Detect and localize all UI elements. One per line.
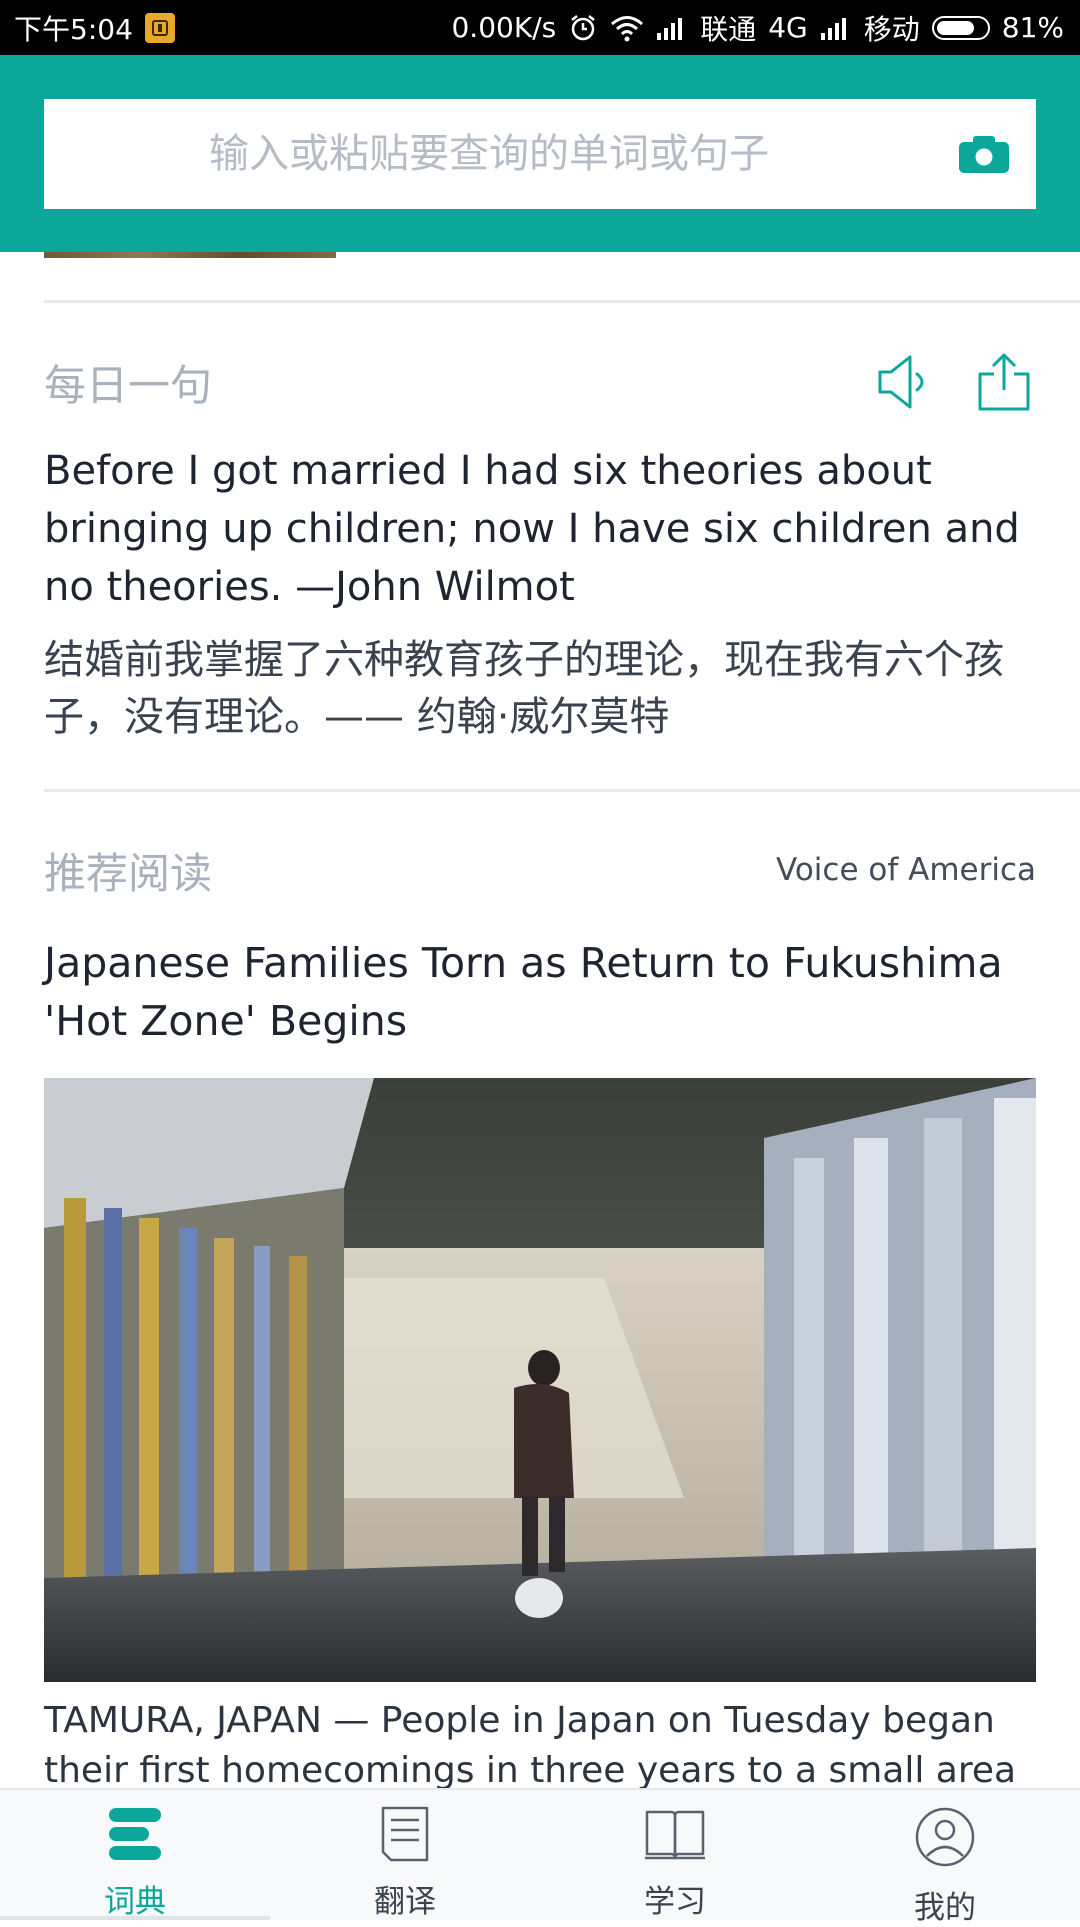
profile-icon bbox=[913, 1806, 977, 1868]
app-notification-icon bbox=[144, 12, 175, 43]
daily-actions bbox=[876, 350, 1032, 414]
divider bbox=[44, 789, 1080, 792]
camera-icon[interactable] bbox=[956, 126, 1012, 182]
network-type: 4G bbox=[768, 11, 808, 44]
bottom-nav: 词典 翻译 学习 我的 bbox=[0, 1788, 1080, 1926]
speaker-icon[interactable] bbox=[876, 350, 932, 414]
alarm-icon bbox=[568, 13, 598, 43]
translate-icon bbox=[373, 1806, 437, 1862]
dictionary-icon bbox=[103, 1806, 167, 1862]
signal-icon-1 bbox=[656, 15, 688, 41]
article-image[interactable] bbox=[44, 1078, 1036, 1682]
signal-icon-2 bbox=[820, 15, 852, 41]
nav-item-study[interactable]: 学习 bbox=[540, 1790, 810, 1920]
search-input[interactable] bbox=[44, 98, 956, 210]
search-header bbox=[0, 55, 1080, 252]
search-box bbox=[44, 98, 1036, 210]
daily-sentence-zh: 结婚前我掌握了六种教育孩子的理论，现在我有六个孩子，没有理论。—— 约翰·威尔莫… bbox=[44, 637, 1004, 740]
carrier-2: 移动 bbox=[863, 12, 920, 46]
daily-sentence-en: Before I got married I had six theories … bbox=[44, 448, 1020, 610]
battery-percent: 81% bbox=[1001, 11, 1064, 44]
reading-title: 推荐阅读 bbox=[44, 849, 213, 898]
daily-sentence-title: 每日一句 bbox=[44, 361, 213, 410]
article-summary: TAMURA, JAPAN — People in Japan on Tuesd… bbox=[44, 1700, 1017, 1791]
share-icon[interactable] bbox=[976, 350, 1032, 414]
divider bbox=[44, 300, 1080, 303]
status-bar: 下午5:04 0.00K/s 联通 4G 移动 81% bbox=[0, 0, 1080, 55]
carrier-1: 联通 bbox=[700, 12, 757, 46]
nav-item-me[interactable]: 我的 bbox=[810, 1790, 1080, 1926]
nav-label-dictionary: 词典 bbox=[104, 1884, 166, 1920]
book-icon bbox=[643, 1806, 707, 1862]
active-tab-underline bbox=[0, 1916, 270, 1920]
article-source[interactable]: Voice of America bbox=[776, 852, 1036, 888]
nav-item-dictionary[interactable]: 词典 bbox=[0, 1790, 270, 1920]
nav-label-study: 学习 bbox=[644, 1884, 706, 1920]
status-time: 下午5:04 bbox=[14, 12, 133, 46]
battery-icon bbox=[931, 15, 990, 40]
previous-card-image bbox=[44, 252, 336, 258]
status-bar-right: 0.00K/s 联通 4G 移动 81% bbox=[451, 0, 1064, 55]
status-bar-left: 下午5:04 bbox=[14, 0, 175, 55]
network-speed: 0.00K/s bbox=[451, 11, 557, 44]
nav-item-translate[interactable]: 翻译 bbox=[270, 1790, 540, 1920]
nav-label-me: 我的 bbox=[914, 1890, 976, 1926]
wifi-icon bbox=[610, 14, 644, 42]
article-title[interactable]: Japanese Families Torn as Return to Fuku… bbox=[44, 934, 1036, 1050]
nav-label-translate: 翻译 bbox=[374, 1884, 436, 1920]
battery-level-fill bbox=[936, 20, 974, 35]
